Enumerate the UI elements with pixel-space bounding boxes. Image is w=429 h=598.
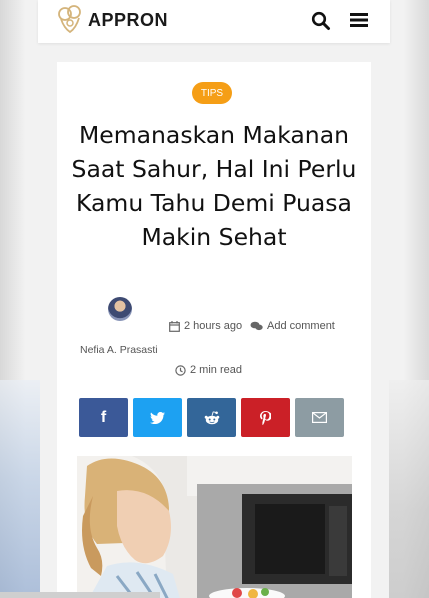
- search-icon[interactable]: [311, 11, 331, 31]
- woman-microwave-photo: [77, 456, 352, 598]
- category-badge[interactable]: TIPS: [192, 82, 232, 104]
- author-avatar[interactable]: [108, 297, 132, 321]
- read-time: 2 min read: [175, 364, 242, 376]
- article-hero-image: [77, 456, 352, 598]
- email-icon: [312, 412, 327, 423]
- article-title: Memanaskan Makanan Saat Sahur, Hal Ini P…: [71, 121, 357, 251]
- author-name[interactable]: Nefia A. Prasasti: [80, 344, 158, 356]
- site-logo[interactable]: APPRON: [56, 4, 168, 36]
- read-time-text: 2 min read: [190, 364, 242, 376]
- background-blur-right: [389, 380, 429, 598]
- add-comment-link[interactable]: Add comment: [250, 320, 335, 332]
- pinterest-icon: [260, 410, 271, 425]
- twitter-icon: [150, 411, 165, 424]
- posted-time: 2 hours ago: [169, 320, 242, 332]
- scroll-indicator: [0, 592, 160, 598]
- add-comment-text: Add comment: [267, 320, 335, 332]
- background-blur-left: [0, 380, 40, 598]
- share-buttons: f: [79, 398, 344, 437]
- facebook-icon: f: [100, 408, 107, 426]
- share-pinterest-button[interactable]: [241, 398, 290, 437]
- share-facebook-button[interactable]: f: [79, 398, 128, 437]
- comments-icon: [250, 321, 263, 330]
- site-header: APPRON: [38, 0, 390, 43]
- posted-time-text: 2 hours ago: [184, 320, 243, 332]
- share-twitter-button[interactable]: [133, 398, 182, 437]
- article-card: TIPS Memanaskan Makanan Saat Sahur, Hal …: [57, 62, 371, 598]
- chef-hat-logo-icon: [58, 5, 81, 34]
- calendar-icon: [169, 320, 180, 332]
- reddit-icon: [204, 410, 219, 424]
- clock-icon: [175, 364, 186, 376]
- share-email-button[interactable]: [295, 398, 344, 437]
- hamburger-menu-icon[interactable]: [350, 12, 368, 28]
- share-reddit-button[interactable]: [187, 398, 236, 437]
- site-logo-text: APPRON: [88, 9, 169, 30]
